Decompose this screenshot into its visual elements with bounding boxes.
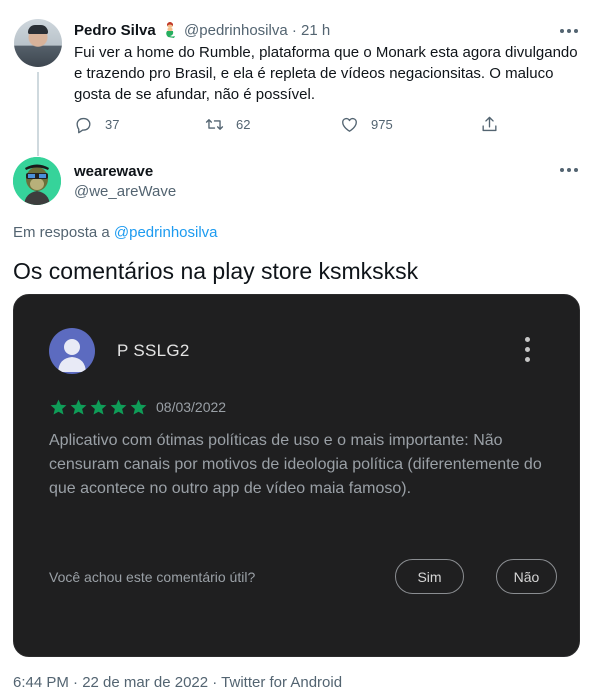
main-more-icon[interactable] (560, 166, 582, 174)
retweet-count: 62 (236, 117, 251, 132)
reviewer-name: P SSLG2 (117, 341, 190, 360)
parent-tweet-text: Fui ver a home do Rumble, plataforma que… (74, 44, 578, 103)
star-icon (70, 399, 87, 415)
review-text: Aplicativo com ótimas políticas de uso e… (49, 432, 542, 497)
review-date: 08/03/2022 (156, 399, 227, 415)
person-icon (58, 339, 86, 372)
parent-author-name[interactable]: Pedro Silva (74, 22, 156, 39)
like-count: 975 (371, 117, 393, 132)
tweet-timestamp[interactable]: 6:44 PM · 22 de mar de 2022 · Twitter fo… (13, 674, 342, 691)
like-button[interactable]: 975 (340, 115, 393, 134)
reply-to-prefix: Em resposta a (13, 224, 110, 241)
parent-tweet-header: Pedro Silva @pedrinhosilva · 21 h (74, 21, 330, 39)
parent-tweet-time[interactable]: 21 h (301, 22, 330, 39)
parent-author-handle[interactable]: @pedrinhosilva (184, 22, 288, 39)
ape-avatar-icon (13, 157, 61, 205)
main-author-name[interactable]: wearewave (74, 163, 153, 180)
reply-icon (76, 117, 91, 134)
mermaid-emoji-icon (166, 22, 175, 38)
star-rating (49, 398, 149, 417)
heart-icon (342, 117, 357, 132)
tweet-image[interactable]: P SSLG2 08/03/2022 Aplicativo com ótimas… (13, 294, 580, 657)
yes-button: Sim (395, 559, 464, 594)
main-avatar[interactable] (13, 157, 61, 205)
parent-tweet-actions: 37 62 975 (74, 115, 504, 137)
share-button[interactable] (480, 115, 499, 134)
parent-avatar[interactable] (14, 19, 62, 67)
reply-to-link[interactable]: @pedrinhosilva (114, 224, 218, 241)
review-more-icon (523, 337, 531, 363)
thread-line (37, 72, 39, 156)
main-tweet-text: Os comentários na play store ksmksksk (13, 258, 419, 284)
share-icon (482, 116, 497, 132)
reply-to-line: Em resposta a @pedrinhosilva (13, 224, 218, 241)
star-icon (110, 399, 127, 415)
no-button: Não (496, 559, 557, 594)
main-author-handle[interactable]: @we_areWave (74, 183, 176, 200)
reviewer-avatar (49, 328, 95, 374)
star-icon (50, 399, 67, 415)
helpful-question: Você achou este comentário útil? (49, 569, 256, 585)
header-separator: · (291, 22, 297, 39)
retweet-icon (205, 119, 224, 130)
star-icon (130, 399, 147, 415)
star-icon (90, 399, 107, 415)
parent-more-icon[interactable] (560, 27, 582, 35)
reply-count: 37 (105, 117, 120, 132)
reply-button[interactable]: 37 (74, 115, 119, 134)
retweet-button[interactable]: 62 (205, 115, 250, 134)
